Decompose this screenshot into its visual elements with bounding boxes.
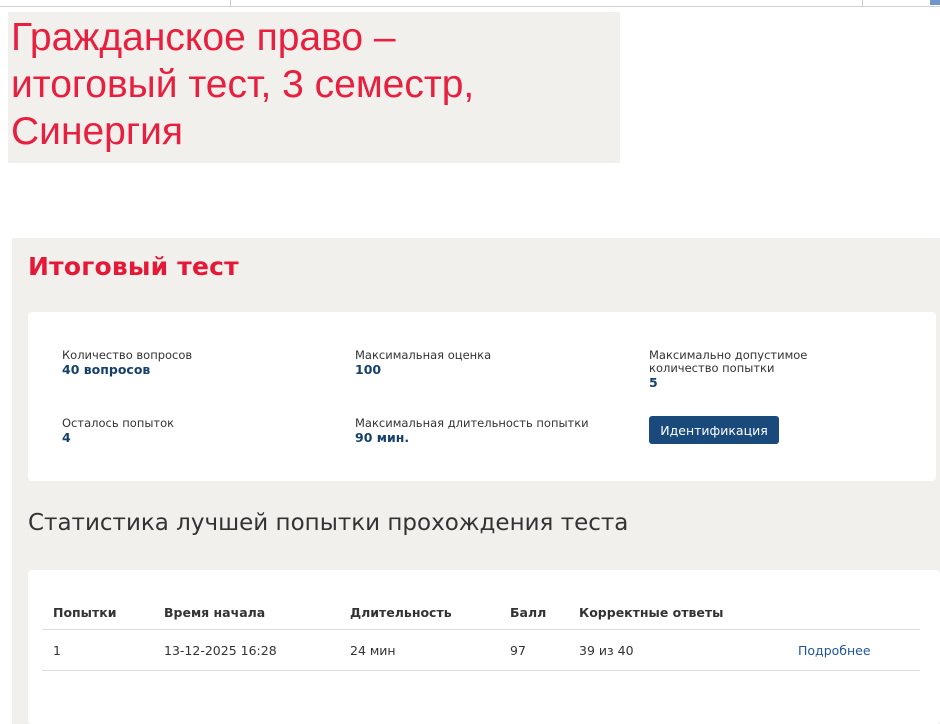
column-header-attempts: Попытки [53,605,117,620]
column-header-start-time: Время начала [164,605,266,620]
max-attempts-label: Максимально допустимое количество попытк… [649,348,808,375]
title-banner: Гражданское право – итоговый тест, 3 сем… [8,12,620,163]
stats-heading: Статистика лучшей попытки прохождения те… [28,510,629,536]
attempts-left: Осталось попыток 4 [62,416,175,446]
max-duration-label: Максимальная длительность попытки [355,416,589,430]
browser-top-strip [0,0,940,7]
column-header-correct: Корректные ответы [579,605,724,620]
strip-accent [930,0,940,5]
cell-score: 97 [510,643,526,658]
questions-count-value: 40 вопросов [62,362,151,377]
max-grade-label: Максимальная оценка [355,348,492,362]
page-title: Итоговый тест [28,252,239,281]
cell-attempt: 1 [53,643,61,658]
attempts-left-label: Осталось попыток [62,416,175,430]
cell-duration: 24 мин [350,643,396,658]
max-attempts: Максимально допустимое количество попытк… [649,348,879,391]
questions-count-label: Количество вопросов [62,348,193,362]
attempts-table: Попытки Время начала Длительность Балл К… [28,570,940,724]
cell-start-time: 13-12-2025 16:28 [164,643,277,658]
column-header-duration: Длительность [350,605,452,620]
questions-count: Количество вопросов 40 вопросов [62,348,193,378]
column-header-score: Балл [510,605,547,620]
banner-title: Гражданское право – итоговый тест, 3 сем… [11,16,475,153]
max-attempts-value: 5 [649,375,658,390]
details-link[interactable]: Подробнее [798,643,871,658]
cell-correct: 39 из 40 [579,643,634,658]
max-duration-value: 90 мин. [355,430,410,445]
header-divider [42,629,920,630]
strip-divider [862,0,863,6]
row-divider [42,670,920,671]
max-grade-value: 100 [355,362,382,377]
test-info-card: Количество вопросов 40 вопросов Максимал… [28,312,936,481]
strip-divider [230,0,231,6]
attempts-left-value: 4 [62,430,71,445]
identification-button[interactable]: Идентификация [649,416,779,444]
max-duration: Максимальная длительность попытки 90 мин… [355,416,589,446]
test-panel: Итоговый тест Количество вопросов 40 воп… [12,238,940,724]
max-grade: Максимальная оценка 100 [355,348,492,378]
